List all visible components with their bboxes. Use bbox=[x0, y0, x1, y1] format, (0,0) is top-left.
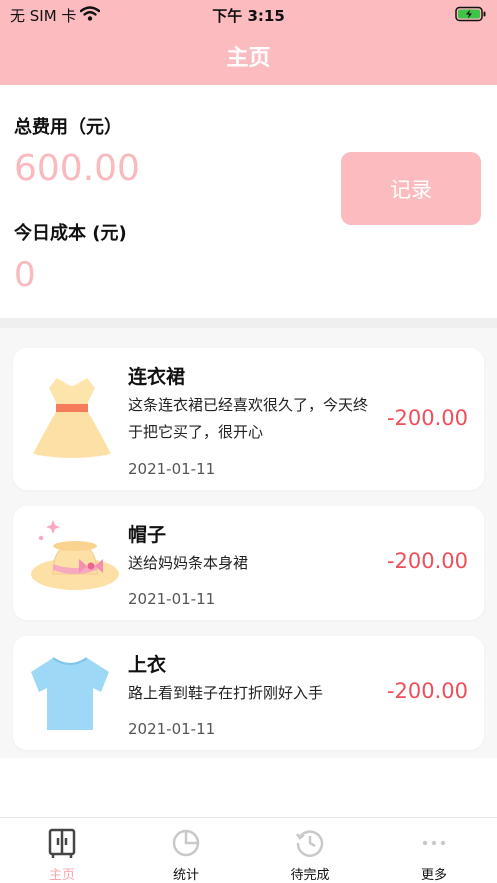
record-list: 连衣裙 这条连衣裙已经喜欢很久了，今天终于把它买了，很开心 2021-01-11… bbox=[0, 328, 497, 758]
record-description: 这条连衣裙已经喜欢很久了，今天终于把它买了，很开心 bbox=[128, 396, 369, 441]
record-card-dress[interactable]: 连衣裙 这条连衣裙已经喜欢很久了，今天终于把它买了，很开心 2021-01-11… bbox=[13, 348, 484, 490]
record-button[interactable]: 记录 bbox=[341, 152, 481, 225]
tab-more[interactable]: 更多 bbox=[372, 818, 496, 883]
record-description: 路上看到鞋子在打折刚好入手 bbox=[128, 684, 324, 702]
tab-stats[interactable]: 统计 bbox=[124, 818, 248, 883]
record-date: 2021-01-11 bbox=[128, 720, 216, 738]
record-amount: -200.00 bbox=[386, 549, 468, 573]
wardrobe-icon bbox=[47, 828, 77, 864]
record-title: 上衣 bbox=[128, 654, 167, 676]
battery-charging-icon bbox=[455, 6, 487, 26]
header: 无 SIM 卡 下午 3:15 主页 bbox=[0, 0, 497, 85]
pie-chart-icon bbox=[171, 828, 201, 862]
record-card-shirt[interactable]: 上衣 路上看到鞋子在打折刚好入手 2021-01-11 -200.00 bbox=[13, 636, 484, 750]
tshirt-icon bbox=[29, 656, 111, 736]
page-title: 主页 bbox=[226, 46, 271, 71]
status-time: 下午 3:15 bbox=[212, 7, 285, 25]
summary-panel: 总费用（元） 600.00 今日成本 (元) 0 记录 bbox=[0, 85, 497, 318]
record-amount: -200.00 bbox=[386, 679, 468, 703]
tab-label: 待完成 bbox=[290, 868, 330, 883]
today-cost-value: 0 bbox=[14, 255, 36, 295]
tab-bar: 主页 统计 待完成 更多 bbox=[0, 817, 497, 883]
record-title: 连衣裙 bbox=[128, 366, 186, 388]
record-card-hat[interactable]: 帽子 送给妈妈条本身裙 2021-01-11 -200.00 bbox=[13, 506, 484, 620]
status-bar: 无 SIM 卡 下午 3:15 bbox=[0, 0, 497, 30]
record-date: 2021-01-11 bbox=[128, 460, 216, 478]
record-date: 2021-01-11 bbox=[128, 590, 216, 608]
total-cost-label: 总费用（元） bbox=[14, 117, 122, 138]
today-cost-label: 今日成本 (元) bbox=[14, 223, 127, 244]
history-icon bbox=[295, 828, 325, 862]
tab-home[interactable]: 主页 bbox=[0, 818, 124, 883]
section-divider bbox=[0, 318, 497, 328]
tab-label: 主页 bbox=[48, 868, 75, 883]
record-description: 送给妈妈条本身裙 bbox=[128, 554, 249, 572]
app-screen: 无 SIM 卡 下午 3:15 主页 总费用（元） 600.00 今日成本 (元… bbox=[0, 0, 497, 883]
more-icon bbox=[419, 828, 449, 862]
record-amount: -200.00 bbox=[386, 406, 468, 430]
total-cost-value: 600.00 bbox=[14, 148, 140, 189]
dress-icon bbox=[29, 376, 115, 464]
tab-pending[interactable]: 待完成 bbox=[248, 818, 372, 883]
tab-label: 统计 bbox=[172, 868, 199, 883]
hat-icon bbox=[29, 516, 121, 600]
record-title: 帽子 bbox=[128, 524, 167, 546]
tab-label: 更多 bbox=[420, 868, 447, 883]
